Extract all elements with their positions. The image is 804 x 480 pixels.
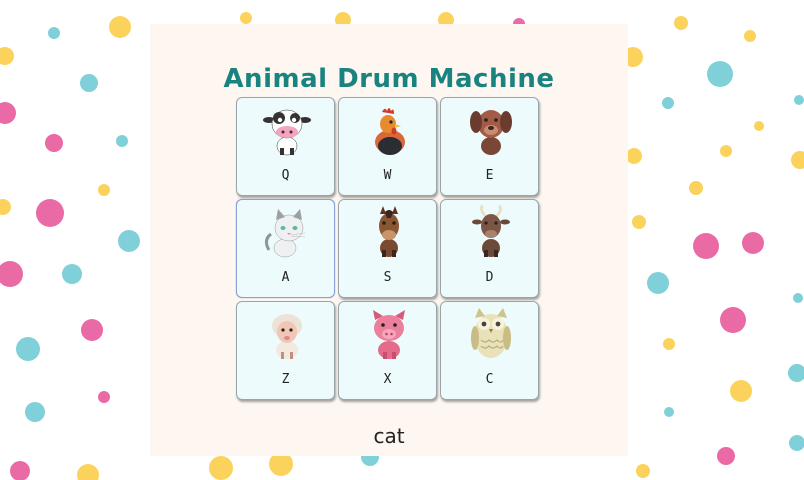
drum-pad-z[interactable]: Z [236,301,335,400]
goat-icon [472,204,510,257]
pad-key-label: D [485,270,494,285]
drum-pad-e[interactable]: E [440,97,539,196]
app-title: Animal Drum Machine [223,64,555,94]
drum-pad-x[interactable]: X [338,301,437,400]
pad-key-label: C [485,372,494,387]
drum-pad-q[interactable]: Q [236,97,335,196]
drum-pad-d[interactable]: D [440,199,539,298]
pig-icon [373,310,405,359]
pad-key-label: E [485,168,494,183]
pad-key-label: X [383,372,392,387]
drum-pad-s[interactable]: S [338,199,437,298]
dog-icon [470,110,512,155]
pad-key-label: Z [281,372,290,387]
pad-key-label: W [383,168,392,183]
drum-machine-panel: Animal Drum Machine Q W E A S D Z X C ca… [150,24,628,456]
cow-icon [263,109,311,156]
pad-key-label: S [383,270,392,285]
drum-pad-c[interactable]: C [440,301,539,400]
cat-icon [264,209,306,258]
rooster-icon [375,108,405,155]
pad-key-label: Q [281,168,290,183]
owl-icon [471,308,511,358]
horse-icon [379,206,399,257]
pad-key-label: A [281,270,290,285]
drum-pad-grid: Q W E A S D Z X C [236,97,539,400]
sheep-icon [272,314,302,359]
drum-pad-a[interactable]: A [236,199,335,298]
drum-pad-w[interactable]: W [338,97,437,196]
current-sound-display: cat [373,424,405,448]
